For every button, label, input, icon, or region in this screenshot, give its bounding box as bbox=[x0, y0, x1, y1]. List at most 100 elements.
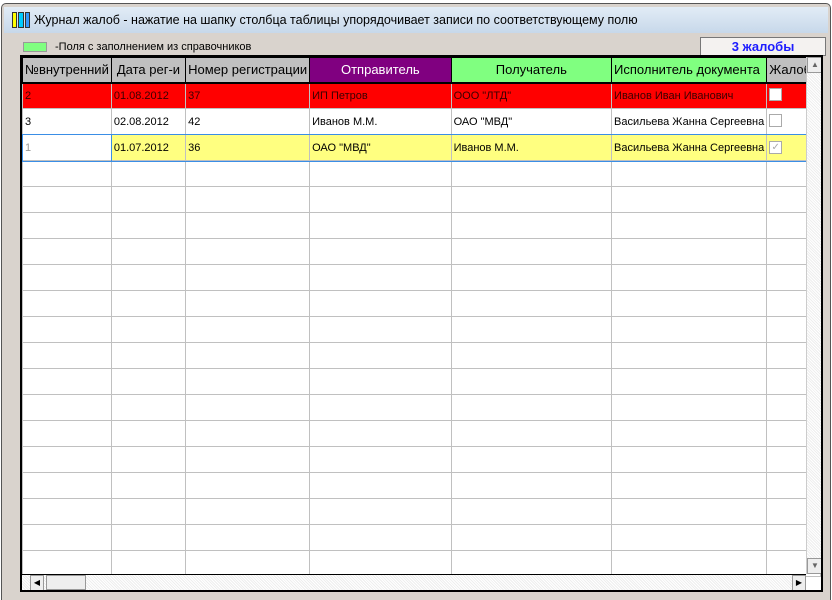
cell-sender[interactable]: Иванов М.М. bbox=[309, 108, 452, 135]
empty-row[interactable] bbox=[22, 446, 821, 473]
empty-cell[interactable] bbox=[22, 342, 112, 369]
empty-cell[interactable] bbox=[309, 498, 452, 525]
scroll-left-button[interactable]: ◀ bbox=[30, 575, 44, 590]
empty-cell[interactable] bbox=[450, 316, 613, 343]
empty-cell[interactable] bbox=[185, 264, 311, 291]
empty-cell[interactable] bbox=[611, 290, 768, 317]
empty-cell[interactable] bbox=[450, 186, 613, 213]
empty-row[interactable] bbox=[22, 238, 821, 265]
cell-num[interactable]: 37 bbox=[185, 82, 311, 109]
empty-cell[interactable] bbox=[185, 550, 311, 577]
cell-sender[interactable]: ИП Петров bbox=[309, 82, 452, 109]
empty-cell[interactable] bbox=[185, 498, 311, 525]
cell-executor[interactable]: Васильева Жанна Сергеевна bbox=[611, 134, 768, 161]
cell-date[interactable]: 01.07.2012 bbox=[110, 134, 187, 161]
cell-id[interactable]: 1 bbox=[22, 133, 113, 162]
empty-cell[interactable] bbox=[22, 498, 112, 525]
complaint-checkbox[interactable]: ✓ bbox=[769, 141, 783, 154]
empty-cell[interactable] bbox=[22, 160, 112, 187]
empty-row[interactable] bbox=[22, 316, 821, 343]
empty-row[interactable] bbox=[22, 186, 821, 213]
empty-row[interactable] bbox=[22, 368, 821, 395]
scroll-up-button[interactable]: ▲ bbox=[807, 57, 821, 73]
empty-row[interactable] bbox=[22, 394, 821, 421]
empty-cell[interactable] bbox=[309, 186, 452, 213]
empty-cell[interactable] bbox=[185, 342, 311, 369]
empty-cell[interactable] bbox=[110, 316, 187, 343]
empty-cell[interactable] bbox=[185, 160, 311, 187]
empty-cell[interactable] bbox=[185, 394, 311, 421]
empty-row[interactable] bbox=[22, 420, 821, 447]
scroll-right-button[interactable]: ▶ bbox=[792, 575, 806, 590]
empty-row[interactable] bbox=[22, 212, 821, 239]
empty-cell[interactable] bbox=[611, 212, 768, 239]
empty-cell[interactable] bbox=[22, 290, 112, 317]
empty-cell[interactable] bbox=[22, 368, 112, 395]
empty-cell[interactable] bbox=[450, 212, 613, 239]
empty-cell[interactable] bbox=[22, 316, 112, 343]
empty-row[interactable] bbox=[22, 498, 821, 525]
empty-cell[interactable] bbox=[185, 212, 311, 239]
empty-cell[interactable] bbox=[611, 368, 768, 395]
empty-cell[interactable] bbox=[185, 368, 311, 395]
empty-cell[interactable] bbox=[185, 472, 311, 499]
cell-sender[interactable]: ОАО "МВД" bbox=[309, 134, 452, 161]
empty-cell[interactable] bbox=[22, 446, 112, 473]
empty-cell[interactable] bbox=[110, 290, 187, 317]
empty-cell[interactable] bbox=[22, 186, 112, 213]
table-row[interactable]: 1 01.07.2012 36 ОАО "МВД" Иванов М.М. Василье… bbox=[22, 133, 821, 162]
empty-cell[interactable] bbox=[185, 290, 311, 317]
empty-row[interactable] bbox=[22, 160, 821, 187]
column-header[interactable]: Дата рег-и bbox=[110, 57, 187, 84]
empty-cell[interactable] bbox=[450, 498, 613, 525]
empty-cell[interactable] bbox=[611, 316, 768, 343]
empty-cell[interactable] bbox=[110, 524, 187, 551]
empty-cell[interactable] bbox=[309, 446, 452, 473]
empty-cell[interactable] bbox=[110, 186, 187, 213]
empty-cell[interactable] bbox=[450, 290, 613, 317]
scroll-down-button[interactable]: ▼ bbox=[807, 558, 821, 574]
empty-cell[interactable] bbox=[450, 342, 613, 369]
empty-cell[interactable] bbox=[611, 498, 768, 525]
empty-cell[interactable] bbox=[22, 550, 112, 577]
cell-recipient[interactable]: ООО "ЛТД" bbox=[450, 82, 613, 109]
empty-cell[interactable] bbox=[450, 238, 613, 265]
empty-cell[interactable] bbox=[450, 524, 613, 551]
empty-cell[interactable] bbox=[611, 550, 768, 577]
empty-cell[interactable] bbox=[110, 342, 187, 369]
complaint-checkbox[interactable] bbox=[769, 113, 783, 127]
horizontal-scroll-thumb[interactable] bbox=[46, 575, 86, 590]
empty-cell[interactable] bbox=[450, 394, 613, 421]
empty-cell[interactable] bbox=[309, 550, 452, 577]
empty-cell[interactable] bbox=[611, 446, 768, 473]
empty-cell[interactable] bbox=[309, 238, 452, 265]
column-header[interactable]: Исполнитель документа bbox=[611, 57, 768, 84]
cell-num[interactable]: 42 bbox=[185, 108, 311, 135]
empty-cell[interactable] bbox=[110, 368, 187, 395]
empty-cell[interactable] bbox=[110, 498, 187, 525]
empty-cell[interactable] bbox=[309, 264, 452, 291]
empty-cell[interactable] bbox=[611, 342, 768, 369]
cell-id[interactable]: 2 bbox=[22, 82, 112, 109]
empty-cell[interactable] bbox=[450, 368, 613, 395]
empty-cell[interactable] bbox=[309, 290, 452, 317]
empty-cell[interactable] bbox=[110, 550, 187, 577]
cell-recipient[interactable]: ОАО "МВД" bbox=[450, 108, 613, 135]
empty-cell[interactable] bbox=[22, 394, 112, 421]
vertical-scrollbar[interactable]: ▲ ▼ bbox=[806, 57, 821, 574]
empty-row[interactable] bbox=[22, 524, 821, 551]
empty-cell[interactable] bbox=[309, 316, 452, 343]
empty-cell[interactable] bbox=[22, 264, 112, 291]
cell-executor[interactable]: Иванов Иван Иванович bbox=[611, 82, 768, 109]
empty-row[interactable] bbox=[22, 472, 821, 499]
empty-cell[interactable] bbox=[110, 264, 187, 291]
empty-cell[interactable] bbox=[309, 420, 452, 447]
empty-cell[interactable] bbox=[22, 472, 112, 499]
empty-cell[interactable] bbox=[110, 472, 187, 499]
cell-date[interactable]: 01.08.2012 bbox=[110, 82, 187, 109]
empty-cell[interactable] bbox=[185, 420, 311, 447]
empty-cell[interactable] bbox=[185, 524, 311, 551]
horizontal-scrollbar[interactable]: ◀ ▶ bbox=[22, 574, 806, 590]
complaints-grid[interactable]: №внутренний Дата рег-и Номер регистрации От… bbox=[20, 55, 823, 592]
cell-id[interactable]: 3 bbox=[22, 108, 112, 135]
